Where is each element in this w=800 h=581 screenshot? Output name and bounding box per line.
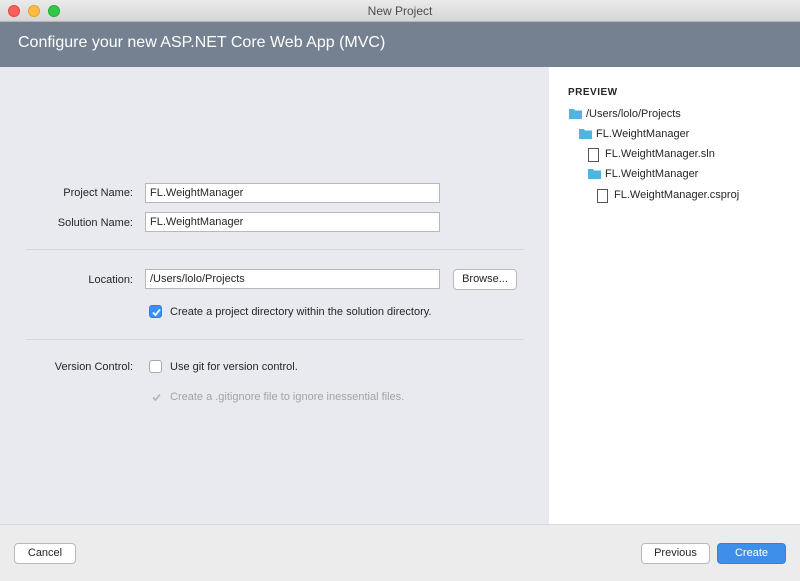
cancel-button[interactable]: Cancel (14, 543, 76, 564)
browse-button[interactable]: Browse... (453, 269, 517, 290)
form-panel: Project Name: Solution Name: Location: B… (0, 67, 549, 524)
folder-icon (588, 168, 601, 182)
preview-title: PREVIEW (568, 87, 618, 98)
version-control-label: Version Control: (54, 361, 133, 373)
location-label: Location: (88, 274, 133, 286)
tree-item-label: /Users/lolo/Projects (586, 108, 681, 120)
project-name-label: Project Name: (63, 187, 133, 199)
folder-icon (579, 128, 592, 142)
gitignore-checkbox (149, 390, 162, 403)
create-button[interactable]: Create (717, 543, 786, 564)
solution-name-label: Solution Name: (57, 217, 133, 229)
page-title: Configure your new ASP.NET Core Web App … (18, 34, 386, 51)
gitignore-label: Create a .gitignore file to ignore iness… (170, 391, 405, 403)
tree-item-label: FL.WeightManager (605, 168, 699, 180)
tree-item-label: FL.WeightManager.csproj (614, 189, 740, 201)
divider (26, 249, 524, 250)
create-dir-checkbox[interactable] (149, 305, 162, 318)
window-titlebar: New Project (0, 0, 800, 22)
folder-icon (569, 108, 582, 122)
location-input[interactable] (145, 269, 440, 289)
dialog-header: Configure your new ASP.NET Core Web App … (0, 22, 800, 67)
project-name-input[interactable] (145, 183, 440, 203)
window-title: New Project (367, 4, 433, 18)
tree-item-label: FL.WeightManager.sln (605, 148, 715, 160)
use-git-checkbox[interactable] (149, 360, 162, 373)
file-icon (588, 148, 599, 165)
file-icon (597, 189, 608, 206)
previous-button[interactable]: Previous (641, 543, 710, 564)
create-dir-label: Create a project directory within the so… (170, 306, 432, 318)
dialog-footer: Cancel Previous Create (0, 524, 800, 581)
preview-panel: PREVIEW /Users/lolo/Projects FL.WeightMa… (549, 67, 800, 524)
tree-item-label: FL.WeightManager (596, 128, 690, 140)
use-git-label: Use git for version control. (170, 361, 298, 373)
divider (26, 339, 524, 340)
solution-name-input[interactable] (145, 212, 440, 232)
